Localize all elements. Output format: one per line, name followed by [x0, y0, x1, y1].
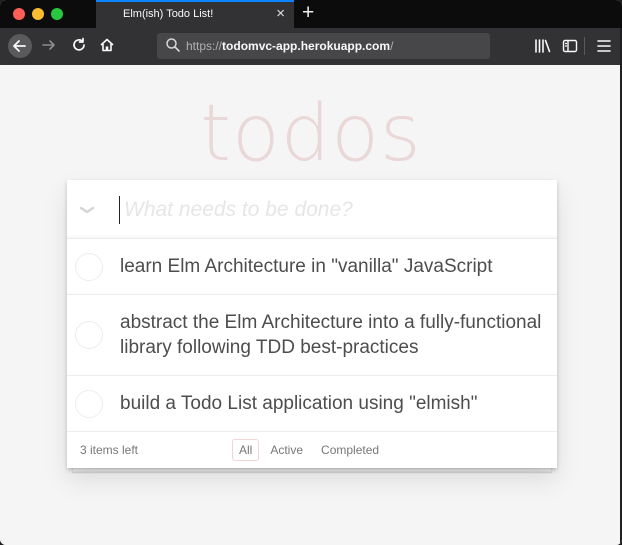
hamburger-menu-icon[interactable] — [597, 38, 611, 59]
filter-completed[interactable]: Completed — [314, 439, 386, 461]
url-host: todomvc-app.herokuapp.com — [222, 39, 391, 53]
chevron-down-icon[interactable] — [79, 202, 95, 218]
library-icon[interactable] — [534, 38, 552, 59]
toolbar-divider — [584, 37, 585, 55]
new-todo-input[interactable] — [119, 196, 539, 224]
back-arrow-icon[interactable] — [8, 34, 32, 58]
minimize-window-button[interactable] — [32, 8, 44, 20]
tab-close-icon[interactable]: × — [276, 5, 285, 23]
navigation-toolbar: https://todomvc-app.herokuapp.com/ — [0, 28, 622, 65]
browser-window: Elm(ish) Todo List! × + https://todomvc-… — [0, 0, 622, 545]
tab-active[interactable]: Elm(ish) Todo List! × — [96, 0, 294, 28]
filter-active[interactable]: Active — [263, 439, 310, 461]
app-title: todos — [200, 89, 422, 179]
items-left-count: 3 items left — [80, 443, 139, 457]
page-content: todos learn Elm Architecture in "vanilla… — [0, 65, 622, 545]
todo-checkbox[interactable] — [75, 321, 103, 349]
todo-label[interactable]: build a Todo List application using "elm… — [67, 376, 557, 431]
sidebar-icon[interactable] — [562, 38, 578, 59]
todo-checkbox[interactable] — [75, 389, 103, 418]
tab-bar: Elm(ish) Todo List! × + — [0, 0, 622, 28]
todo-list: learn Elm Architecture in "vanilla" Java… — [67, 239, 557, 432]
filter-all[interactable]: All — [232, 439, 260, 461]
url-path: / — [390, 39, 394, 53]
new-tab-icon[interactable]: + — [302, 1, 314, 25]
todo-label[interactable]: learn Elm Architecture in "vanilla" Java… — [67, 239, 557, 294]
todo-checkbox[interactable] — [75, 252, 103, 281]
todo-footer: 3 items left All Active Completed — [67, 432, 557, 468]
todo-header — [67, 180, 557, 239]
todo-app: learn Elm Architecture in "vanilla" Java… — [67, 180, 557, 468]
todo-item: learn Elm Architecture in "vanilla" Java… — [67, 239, 557, 295]
url-bar[interactable]: https://todomvc-app.herokuapp.com/ — [157, 33, 490, 59]
url-scheme: https:// — [186, 39, 223, 53]
home-icon[interactable] — [98, 36, 116, 60]
todo-label[interactable]: abstract the Elm Architecture into a ful… — [67, 295, 557, 375]
forward-arrow-icon[interactable] — [40, 36, 58, 60]
todo-item: abstract the Elm Architecture into a ful… — [67, 295, 557, 376]
tab-title: Elm(ish) Todo List! — [123, 8, 214, 20]
search-icon — [165, 37, 181, 58]
maximize-window-button[interactable] — [51, 8, 63, 20]
todo-item: build a Todo List application using "elm… — [67, 376, 557, 432]
close-window-button[interactable] — [13, 8, 25, 20]
url-text: https://todomvc-app.herokuapp.com/ — [186, 39, 393, 53]
reload-icon[interactable] — [70, 36, 88, 60]
filter-list: All Active Completed — [232, 439, 386, 461]
